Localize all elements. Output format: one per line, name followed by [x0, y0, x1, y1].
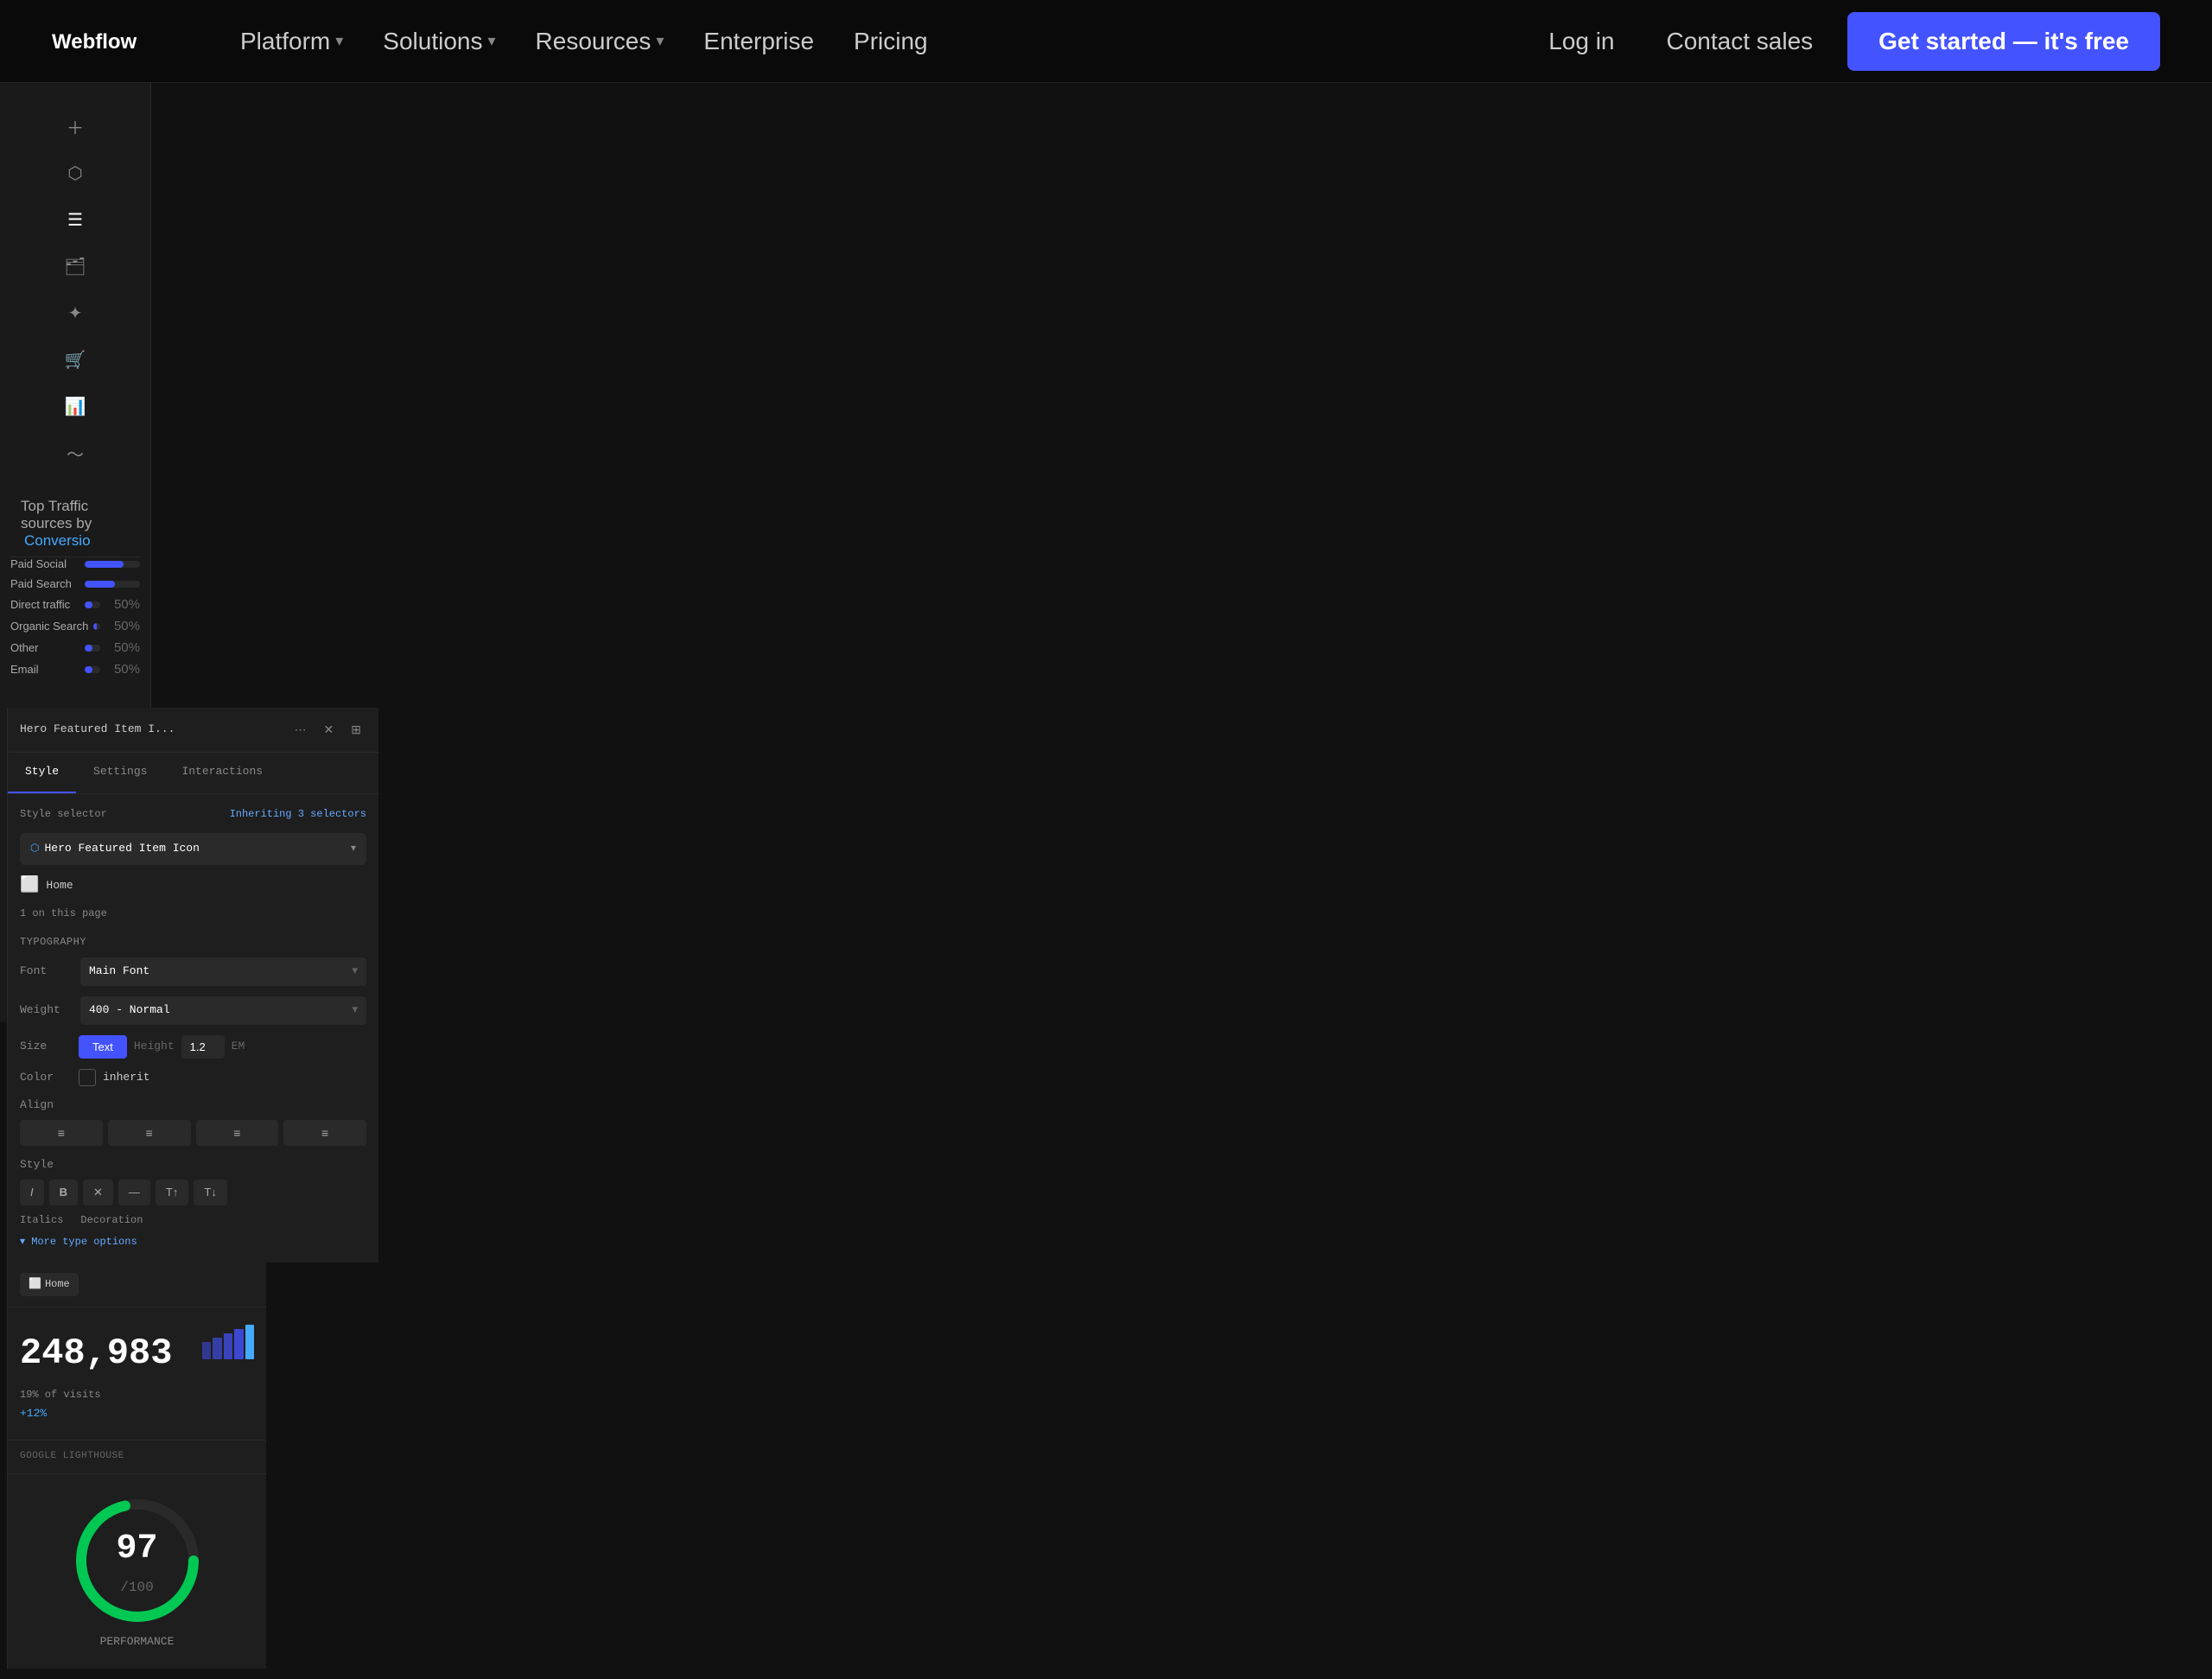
traffic-row: Other 50%: [10, 640, 140, 655]
traffic-panel: Top Traffic sources by Conversio Paid So…: [0, 482, 150, 692]
color-row: Color inherit: [20, 1069, 366, 1087]
nav-platform[interactable]: Platform ▾: [225, 19, 359, 64]
style-selector-row: Style selector Inheriting 3 selectors: [20, 806, 366, 823]
strikethrough-button[interactable]: ✕: [83, 1180, 113, 1205]
metric-subtitle: 19% of visits: [20, 1387, 172, 1403]
chevron-down-icon: ▾: [351, 841, 356, 857]
selected-element-name: Hero Featured Item Icon: [44, 840, 199, 858]
right-panel-tabs: Style Settings Interactions: [8, 753, 378, 794]
selected-element-label: Hero Featured Item I...: [20, 721, 283, 739]
left-toolbar: ＋ ⬡ ☰ 🗂 ✦ 🛒 📊 ～ Top Traffic sources by C…: [0, 83, 151, 1022]
sparkline: [202, 1325, 254, 1359]
add-icon[interactable]: ＋: [56, 107, 94, 145]
nav-links: Platform ▾ Solutions ▾ Resources ▾ Enter…: [225, 19, 1531, 64]
chevron-down-icon: ▾: [352, 1002, 358, 1020]
align-buttons: ≡ ≡ ≡ ≡: [20, 1120, 366, 1146]
analytics-icon[interactable]: 📊: [56, 387, 94, 425]
chevron-down-icon: ▾: [335, 32, 343, 50]
metric-change: +12%: [20, 1405, 172, 1423]
lighthouse-gauge: 97 /100 PERFORMANCE: [8, 1474, 266, 1669]
traffic-rows: Paid Social Paid Search Direct traffic 5…: [10, 557, 140, 677]
far-right-panel: ⬜ Home 248,983 19% of visits +12%: [7, 1262, 266, 1669]
subscript-button[interactable]: T↓: [194, 1180, 226, 1205]
nav-enterprise[interactable]: Enterprise: [688, 19, 830, 64]
selected-element-badge: ⬡ Hero Featured Item Icon ▾: [20, 833, 366, 865]
top-navigation: Webflow Platform ▾ Solutions ▾ Resources…: [0, 0, 2212, 83]
nav-solutions[interactable]: Solutions ▾: [367, 19, 511, 64]
assets-icon[interactable]: 🗂: [56, 247, 94, 285]
typography-label: Typography: [20, 934, 366, 951]
code-panel: W ✏ Design ▾ ↩ ⇄ ▶ 📄 Home ▾ 🖥: [0, 701, 150, 1679]
interactions-icon[interactable]: ～: [56, 434, 94, 472]
traffic-row: Direct traffic 50%: [10, 597, 140, 612]
ecommerce-icon[interactable]: 🛒: [56, 340, 94, 378]
align-left-button[interactable]: ≡: [20, 1120, 103, 1146]
more-type-options-link[interactable]: ▾ More type options: [20, 1234, 366, 1250]
size-height-input[interactable]: [181, 1035, 225, 1059]
underline-button[interactable]: —: [118, 1180, 150, 1205]
italic-button[interactable]: I: [20, 1180, 44, 1205]
color-swatch[interactable]: [79, 1069, 96, 1086]
chevron-down-icon: ▾: [656, 32, 664, 50]
gauge-text: 97 /100: [103, 1522, 172, 1600]
on-page-count: 1 on this page: [20, 906, 366, 922]
rp-pin-button[interactable]: ⊞: [346, 719, 366, 741]
element-icon: ⬡: [30, 841, 39, 857]
tab-style[interactable]: Style: [8, 753, 76, 793]
traffic-title: Top Traffic sources by Conversio: [10, 491, 140, 557]
home-icon: ⬜: [20, 874, 39, 899]
svg-text:Webflow: Webflow: [52, 30, 137, 54]
size-text-button[interactable]: Text: [79, 1035, 127, 1059]
font-selector[interactable]: Main Font ▾: [80, 957, 366, 986]
align-row-wrapper: Align ≡ ≡ ≡ ≡: [20, 1097, 366, 1146]
align-justify-button[interactable]: ≡: [283, 1120, 366, 1146]
navigator-icon[interactable]: ☰: [56, 200, 94, 238]
tab-interactions[interactable]: Interactions: [164, 753, 280, 793]
metric-value: 248,983: [20, 1325, 172, 1383]
align-center-button[interactable]: ≡: [108, 1120, 191, 1146]
weight-row: Weight 400 - Normal ▾: [20, 996, 366, 1025]
nav-right-actions: Log in Contact sales Get started — it's …: [1531, 12, 2160, 71]
traffic-row: Email 50%: [10, 662, 140, 677]
rp-close-button[interactable]: ✕: [319, 719, 340, 741]
main-area: ＋ ⬡ ☰ 🗂 ✦ 🛒 📊 ～ Top Traffic sources by C…: [0, 83, 2212, 1022]
right-panel-body: Style selector Inheriting 3 selectors ⬡ …: [8, 794, 378, 1263]
tab-settings[interactable]: Settings: [76, 753, 164, 793]
pages-icon[interactable]: ⬡: [56, 154, 94, 192]
weight-selector[interactable]: 400 - Normal ▾: [80, 996, 366, 1025]
lighthouse-label: GOOGLE LIGHTHOUSE: [8, 1441, 266, 1474]
webflow-logo[interactable]: Webflow: [52, 28, 173, 55]
chevron-down-icon: ▾: [352, 963, 358, 981]
frp-metric: 248,983 19% of visits +12%: [8, 1307, 266, 1441]
decoration-label: Decoration: [80, 1212, 143, 1229]
rp-options-button[interactable]: ⋯: [289, 719, 312, 741]
cms-icon[interactable]: ✦: [56, 294, 94, 332]
nav-pricing[interactable]: Pricing: [838, 19, 944, 64]
italics-label: Italics: [20, 1212, 63, 1229]
right-panel: Hero Featured Item I... ⋯ ✕ ⊞ Style Sett…: [7, 708, 378, 1262]
home-icon: ⬜: [29, 1276, 41, 1293]
traffic-row: Paid Social: [10, 557, 140, 570]
nav-resources[interactable]: Resources ▾: [520, 19, 680, 64]
align-right-button[interactable]: ≡: [196, 1120, 279, 1146]
gauge-container: 97 /100: [68, 1491, 207, 1630]
traffic-row: Organic Search 50%: [10, 619, 140, 633]
performance-label: PERFORMANCE: [100, 1633, 175, 1651]
home-badge[interactable]: ⬜ Home: [20, 1273, 79, 1296]
traffic-row: Paid Search: [10, 577, 140, 590]
get-started-button[interactable]: Get started — it's free: [1847, 12, 2160, 71]
home-context: ⬜ Home: [20, 874, 366, 899]
selector-value[interactable]: Inheriting 3 selectors: [230, 806, 366, 823]
right-panel-header: Hero Featured Item I... ⋯ ✕ ⊞: [8, 708, 378, 753]
log-in-button[interactable]: Log in: [1531, 19, 1631, 64]
font-row: Font Main Font ▾: [20, 957, 366, 986]
frp-header: ⬜ Home: [8, 1262, 266, 1307]
bold-button[interactable]: B: [49, 1180, 78, 1205]
chevron-down-icon: ▾: [487, 32, 495, 50]
superscript-button[interactable]: T↑: [156, 1180, 188, 1205]
contact-sales-button[interactable]: Contact sales: [1649, 19, 1831, 64]
style-row-wrapper: Style I B ✕ — T↑ T↓ Italics Decoration: [20, 1156, 366, 1229]
text-style-buttons: I B ✕ — T↑ T↓: [20, 1180, 366, 1205]
size-row: Size Text Height EM: [20, 1035, 366, 1059]
